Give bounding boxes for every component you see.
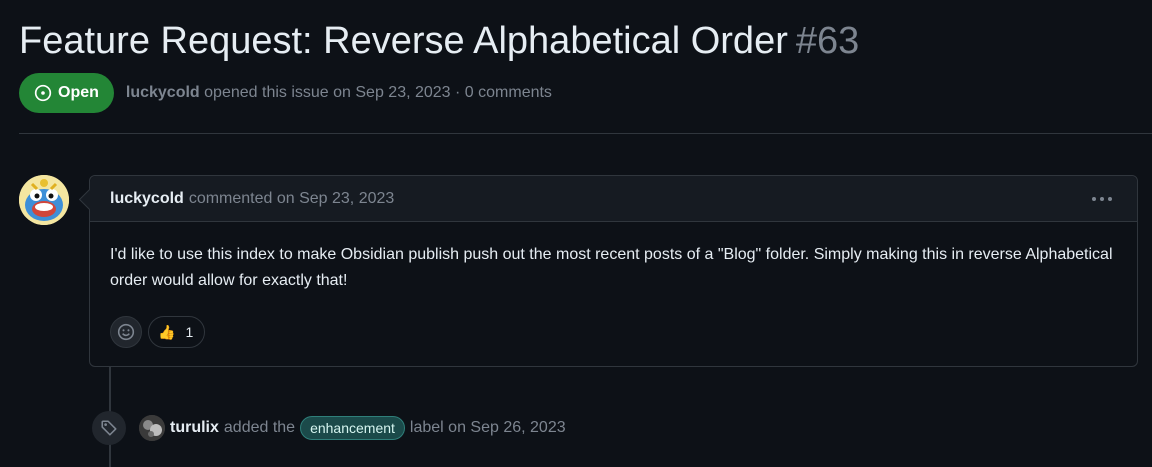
issue-opened-icon <box>34 84 52 102</box>
kebab-menu-button[interactable] <box>1089 190 1115 208</box>
comment-header: luckycold commented on Sep 23, 2023 <box>90 176 1137 222</box>
event-badge <box>92 411 126 445</box>
issue-page: Feature Request: Reverse Alphabetical Or… <box>0 0 1152 467</box>
tag-icon <box>101 420 117 436</box>
comment-action-text[interactable]: commented on Sep 23, 2023 <box>189 190 394 208</box>
issue-title-row: Feature Request: Reverse Alphabetical Or… <box>19 18 859 64</box>
issue-opened-text: opened this issue on Sep 23, 2023 · 0 co… <box>204 84 552 101</box>
enhancement-label[interactable]: enhancement <box>300 416 405 440</box>
state-badge: Open <box>19 73 114 113</box>
reactions-bar: 👍 1 <box>110 316 206 348</box>
issue-title: Feature Request: Reverse Alphabetical Or… <box>19 20 788 62</box>
header-divider <box>19 133 1152 134</box>
comment-body: I'd like to use this index to make Obsid… <box>110 246 1113 289</box>
add-reaction-button[interactable] <box>110 316 142 348</box>
kebab-horizontal-icon <box>1092 197 1112 201</box>
smiley-icon <box>117 323 135 341</box>
event-pre-text: added the <box>223 419 296 436</box>
thumbs-up-icon: 👍 <box>158 323 176 340</box>
issue-author-link[interactable]: luckycold <box>126 84 200 101</box>
actor-avatar-image <box>139 415 165 441</box>
thumbs-up-reaction[interactable]: 👍 1 <box>148 316 206 348</box>
issue-number: #63 <box>795 20 860 62</box>
avatar-image <box>19 175 69 225</box>
reaction-count: 1 <box>185 324 194 340</box>
issue-meta: Open luckycold opened this issue on Sep … <box>19 73 552 113</box>
label-event: turulix added the enhancement label on S… <box>139 414 566 442</box>
event-actor-link[interactable]: turulix <box>170 419 219 437</box>
avatar[interactable] <box>139 415 165 441</box>
state-label: Open <box>58 84 99 101</box>
issue-meta-text: luckycold opened this issue on Sep 23, 2… <box>126 84 552 102</box>
comment-author-link[interactable]: luckycold <box>110 190 184 208</box>
comment-box: luckycold commented on Sep 23, 2023 I'd … <box>89 175 1138 367</box>
avatar[interactable] <box>19 175 69 225</box>
event-post-text: label on Sep 26, 2023 <box>409 419 566 436</box>
